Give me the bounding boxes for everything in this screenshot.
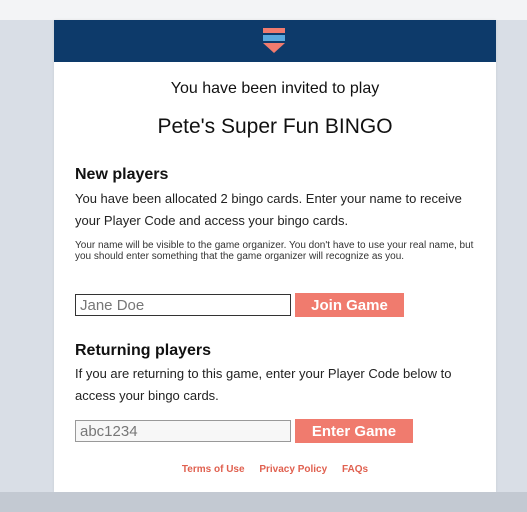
enter-game-button[interactable]: Enter Game — [295, 419, 413, 443]
bottom-shade — [0, 492, 527, 512]
join-game-button[interactable]: Join Game — [295, 293, 404, 317]
invite-card: You have been invited to play Pete's Sup… — [54, 20, 496, 492]
player-code-input[interactable] — [75, 420, 291, 442]
returning-players-description: If you are returning to this game, enter… — [75, 366, 452, 403]
header-bar — [54, 20, 496, 62]
footer-links: Terms of Use Privacy Policy FAQs — [54, 464, 496, 475]
browser-top-strip — [0, 0, 527, 20]
player-name-input[interactable] — [75, 294, 291, 316]
terms-of-use-link[interactable]: Terms of Use — [182, 464, 245, 475]
game-title: Pete's Super Fun BINGO — [157, 115, 393, 138]
faqs-link[interactable]: FAQs — [342, 464, 368, 475]
new-players-description: You have been allocated 2 bingo cards. E… — [75, 191, 462, 228]
returning-players-heading: Returning players — [75, 342, 212, 359]
invite-line: You have been invited to play — [170, 80, 380, 97]
new-players-heading: New players — [75, 166, 169, 183]
name-visibility-note: Your name will be visible to the game or… — [75, 240, 474, 262]
flag-shield-icon — [263, 28, 285, 53]
privacy-policy-link[interactable]: Privacy Policy — [259, 464, 327, 475]
